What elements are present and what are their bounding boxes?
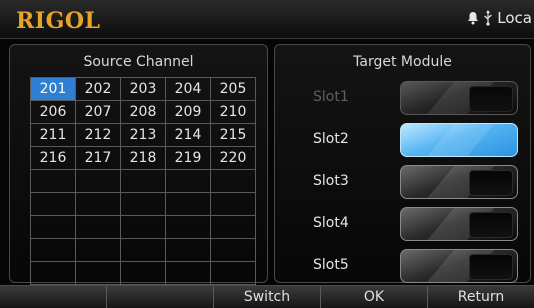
channel-cell-empty — [211, 170, 256, 193]
channel-cell-220[interactable]: 220 — [211, 147, 256, 170]
channel-cell-empty — [166, 239, 211, 262]
status-area: Loca — [467, 9, 532, 27]
channel-cell-empty — [76, 216, 121, 239]
softkey-blank-1[interactable] — [0, 286, 107, 308]
slot-select-button-3[interactable] — [400, 165, 518, 199]
channel-cell-empty — [211, 239, 256, 262]
slot-label-3: Slot3 — [313, 173, 349, 189]
channel-cell-201[interactable]: 201 — [31, 78, 76, 101]
target-module-title: Target Module — [353, 54, 452, 70]
channel-cell-205[interactable]: 205 — [211, 78, 256, 101]
channel-cell-empty — [166, 193, 211, 216]
slot-select-button-5[interactable] — [400, 249, 518, 283]
channel-cell-empty — [31, 193, 76, 216]
slot-label-4: Slot4 — [313, 215, 349, 231]
slot-label-5: Slot5 — [313, 257, 349, 273]
channel-cell-219[interactable]: 219 — [166, 147, 211, 170]
softkey-menu-bar: Switch OK Return — [0, 285, 534, 308]
channel-cell-213[interactable]: 213 — [121, 124, 166, 147]
softkey-return[interactable]: Return — [428, 286, 534, 308]
source-channel-title: Source Channel — [83, 54, 194, 70]
channel-cell-209[interactable]: 209 — [166, 101, 211, 124]
channel-cell-210[interactable]: 210 — [211, 101, 256, 124]
slot-select-button-1 — [400, 81, 518, 115]
channel-cell-203[interactable]: 203 — [121, 78, 166, 101]
instrument-screen: RIGOL Loca Source Channel 201 202 203 20… — [0, 0, 534, 308]
slot-label-1: Slot1 — [313, 89, 349, 105]
slot-select-button-2[interactable] — [400, 123, 518, 157]
channel-cell-empty — [166, 262, 211, 285]
bell-icon — [467, 11, 479, 25]
channel-cell-204[interactable]: 204 — [166, 78, 211, 101]
channel-cell-empty — [121, 262, 166, 285]
softkey-switch[interactable]: Switch — [214, 286, 321, 308]
channel-cell-empty — [211, 193, 256, 216]
channel-cell-empty — [166, 170, 211, 193]
channel-cell-empty — [121, 216, 166, 239]
slot-select-button-4[interactable] — [400, 207, 518, 241]
slot-label-2: Slot2 — [313, 131, 349, 147]
target-module-panel: Target Module Slot1 Slot2 Slot3 Slot4 Slot5 — [274, 44, 531, 283]
channel-cell-214[interactable]: 214 — [166, 124, 211, 147]
channel-grid: 201 202 203 204 205 206 207 208 209 210 211 212 213 2… — [30, 77, 256, 285]
channel-cell-218[interactable]: 218 — [121, 147, 166, 170]
channel-cell-empty — [121, 193, 166, 216]
channel-cell-216[interactable]: 216 — [31, 147, 76, 170]
channel-cell-empty — [121, 239, 166, 262]
channel-cell-empty — [76, 170, 121, 193]
channel-cell-empty — [211, 262, 256, 285]
channel-cell-202[interactable]: 202 — [76, 78, 121, 101]
channel-cell-206[interactable]: 206 — [31, 101, 76, 124]
channel-cell-empty — [76, 193, 121, 216]
channel-cell-empty — [31, 262, 76, 285]
softkey-ok[interactable]: OK — [321, 286, 428, 308]
channel-cell-217[interactable]: 217 — [76, 147, 121, 170]
channel-cell-empty — [31, 216, 76, 239]
usb-icon — [483, 10, 493, 26]
channel-cell-207[interactable]: 207 — [76, 101, 121, 124]
channel-cell-empty — [166, 216, 211, 239]
channel-cell-212[interactable]: 212 — [76, 124, 121, 147]
channel-cell-empty — [76, 262, 121, 285]
channel-cell-empty — [76, 239, 121, 262]
softkey-blank-2[interactable] — [107, 286, 214, 308]
top-bar: RIGOL Loca — [0, 0, 534, 39]
source-channel-panel: Source Channel 201 202 203 204 205 206 207 208 2… — [9, 44, 268, 285]
channel-cell-empty — [211, 216, 256, 239]
channel-cell-211[interactable]: 211 — [31, 124, 76, 147]
channel-cell-208[interactable]: 208 — [121, 101, 166, 124]
status-text: Loca — [497, 9, 532, 27]
channel-cell-215[interactable]: 215 — [211, 124, 256, 147]
channel-cell-empty — [31, 239, 76, 262]
channel-cell-empty — [121, 170, 166, 193]
brand-logo: RIGOL — [16, 8, 101, 34]
channel-cell-empty — [31, 170, 76, 193]
